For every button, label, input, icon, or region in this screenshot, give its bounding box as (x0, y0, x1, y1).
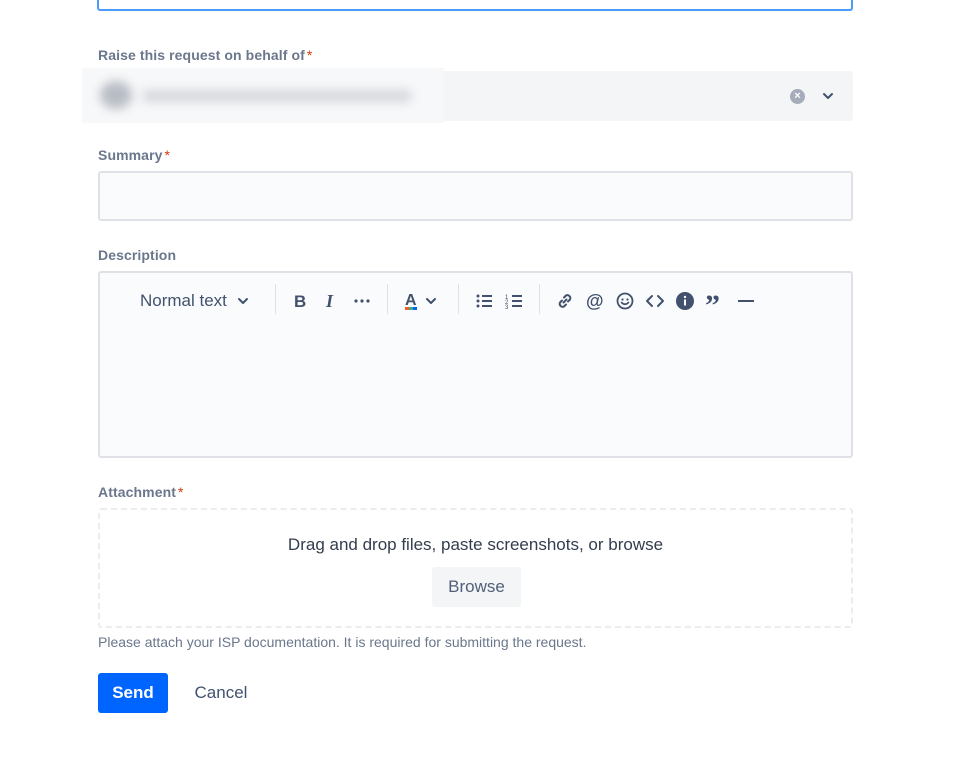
summary-input[interactable] (98, 171, 853, 221)
previous-field-input[interactable] (97, 0, 853, 11)
summary-label-text: Summary (98, 147, 163, 163)
on-behalf-label-text: Raise this request on behalf of (98, 47, 305, 63)
bold-icon[interactable]: B (291, 289, 311, 313)
browse-button[interactable]: Browse (432, 567, 521, 607)
svg-text:”: ” (705, 291, 720, 311)
redacted-name (142, 90, 412, 102)
description-editor[interactable]: Normal text B I A 123 @ ” (98, 271, 853, 458)
text-style-dropdown[interactable]: Normal text (140, 289, 251, 313)
mention-icon[interactable]: @ (585, 289, 605, 313)
description-label: Description (98, 247, 176, 263)
svg-text:B: B (294, 292, 306, 311)
required-mark: * (307, 47, 313, 63)
bullet-list-icon[interactable] (474, 289, 494, 313)
attachment-label-text: Attachment (98, 484, 176, 500)
summary-label: Summary* (98, 147, 170, 163)
required-mark: * (165, 147, 171, 163)
link-icon[interactable] (555, 289, 575, 313)
attachment-label: Attachment* (98, 484, 184, 500)
emoji-icon[interactable] (615, 289, 635, 313)
description-label-text: Description (98, 247, 176, 263)
chevron-down-icon (235, 293, 251, 309)
clear-icon[interactable]: × (790, 89, 805, 104)
on-behalf-selected-user-redacted (82, 68, 444, 123)
required-mark: * (178, 484, 184, 500)
attachment-helper-text: Please attach your ISP documentation. It… (98, 634, 586, 650)
chevron-down-icon[interactable] (820, 88, 836, 104)
svg-text:I: I (325, 291, 334, 311)
code-icon[interactable] (645, 289, 665, 313)
attachment-dropzone[interactable]: Drag and drop files, paste screenshots, … (98, 508, 853, 628)
avatar (100, 81, 132, 109)
dropzone-text: Drag and drop files, paste screenshots, … (100, 535, 851, 555)
text-color-icon[interactable]: A (402, 289, 442, 313)
numbered-list-icon[interactable]: 123 (504, 289, 524, 313)
italic-icon[interactable]: I (322, 289, 342, 313)
toolbar-divider (539, 284, 540, 314)
on-behalf-label: Raise this request on behalf of* (98, 47, 312, 63)
divider-icon[interactable] (736, 289, 756, 313)
svg-text:A: A (405, 292, 417, 309)
toolbar-divider (275, 284, 276, 314)
text-style-label: Normal text (140, 291, 227, 311)
send-button[interactable]: Send (98, 673, 168, 713)
info-panel-icon[interactable] (675, 289, 695, 313)
quote-icon[interactable]: ” (705, 289, 727, 313)
toolbar-divider (387, 284, 388, 314)
more-formatting-icon[interactable] (352, 289, 372, 313)
svg-text:3: 3 (505, 305, 509, 311)
svg-text:@: @ (586, 291, 604, 311)
cancel-button[interactable]: Cancel (185, 673, 257, 713)
toolbar-divider (458, 284, 459, 314)
